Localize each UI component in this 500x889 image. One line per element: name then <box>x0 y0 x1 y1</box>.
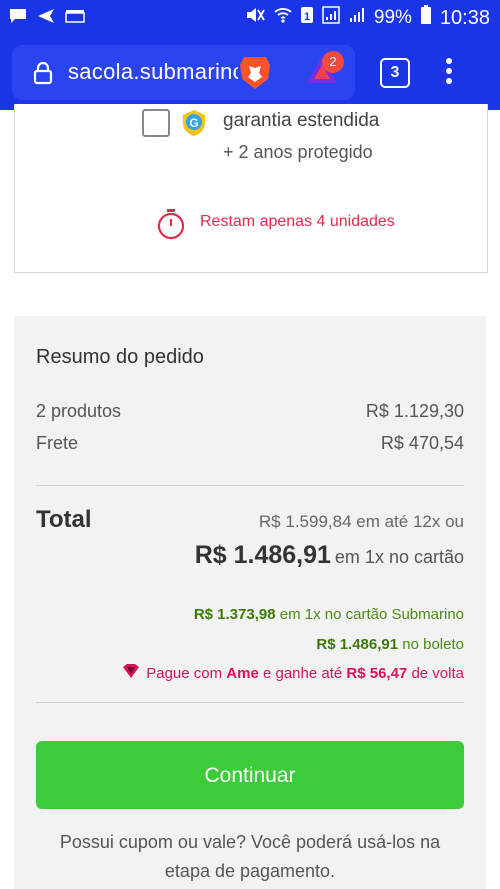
warranty-checkbox[interactable] <box>142 109 170 137</box>
guarantee-badge-icon: G <box>179 108 209 143</box>
sim-icon: 1 <box>300 6 314 30</box>
stopwatch-icon <box>157 208 185 245</box>
status-bar: 1 99% 10:38 <box>0 0 500 36</box>
svg-text:G: G <box>189 116 198 130</box>
order-summary: Resumo do pedido 2 produtos R$ 1.129,30 … <box>14 316 486 889</box>
total-label: Total <box>36 506 92 533</box>
ame-heart-icon <box>122 664 140 682</box>
total-price: R$ 1.486,91 <box>194 541 331 569</box>
divider <box>36 485 464 486</box>
products-label: 2 produtos <box>36 401 122 421</box>
tabs-button[interactable]: 3 <box>380 58 410 88</box>
submarino-card-price-line: R$ 1.373,98 em 1x no cartão Submarino <box>194 606 464 623</box>
shipping-value: R$ 470,54 <box>380 433 464 453</box>
ame-brand: Ame <box>226 664 259 682</box>
mute-icon <box>244 6 266 30</box>
signal-icon-1 <box>322 6 340 30</box>
ame-prefix: Pague com <box>146 664 223 682</box>
battery-icon <box>420 5 432 31</box>
clock: 10:38 <box>439 6 490 29</box>
shipping-label: Frete <box>36 433 79 453</box>
browser-toolbar: sacola.submarino 2 3 <box>0 36 500 110</box>
signal-icon-2 <box>348 6 366 30</box>
total-price-suffix: em 1x no cartão <box>334 547 464 567</box>
total-price-line: R$ 1.486,91 em 1x no cartão <box>195 541 464 570</box>
boleto-suffix: no boleto <box>402 636 464 653</box>
rewards-badge: 2 <box>322 51 344 73</box>
coupon-note: Possui cupom ou vale? Você poderá usá-lo… <box>59 832 441 881</box>
lock-icon <box>32 61 54 90</box>
stock-warning: Restam apenas 4 unidades <box>200 213 395 230</box>
message-icon <box>8 7 28 30</box>
boleto-price-line: R$ 1.486,91 no boleto <box>316 636 464 653</box>
divider <box>36 702 464 703</box>
products-value: R$ 1.129,30 <box>365 401 464 421</box>
store-icon <box>64 7 86 30</box>
brave-shields-icon[interactable] <box>238 53 272 96</box>
product-card: G garantia estendida + 2 anos protegido … <box>14 104 488 273</box>
boleto-price: R$ 1.486,91 <box>316 636 399 653</box>
submarino-card-suffix: em 1x no cartão Submarino <box>279 606 464 623</box>
total-installments: R$ 1.599,84 em até 12x ou <box>258 512 464 531</box>
warranty-subtitle: + 2 anos protegido <box>223 142 373 162</box>
ame-suffix: de volta <box>411 664 464 682</box>
submarino-card-price: R$ 1.373,98 <box>193 606 276 623</box>
continue-button[interactable]: Continuar <box>36 741 464 809</box>
status-bar-system: 1 99% 10:38 <box>244 5 490 31</box>
ame-amount: R$ 56,47 <box>346 664 408 682</box>
status-bar-notifications <box>8 7 86 30</box>
battery-percent: 99% <box>373 7 412 28</box>
sim-number: 1 <box>304 11 310 23</box>
ame-middle: e ganhe até <box>262 664 343 682</box>
more-menu-icon[interactable] <box>444 58 454 88</box>
send-icon <box>36 7 56 30</box>
address-bar[interactable]: sacola.submarino 2 <box>12 45 355 100</box>
warranty-title: garantia estendida <box>223 110 380 131</box>
ame-cashback-line: Pague com Ame e ganhe até R$ 56,47 de vo… <box>122 664 464 682</box>
url-text[interactable]: sacola.submarino <box>68 59 238 85</box>
wifi-icon <box>274 6 292 30</box>
summary-title: Resumo do pedido <box>36 346 204 368</box>
